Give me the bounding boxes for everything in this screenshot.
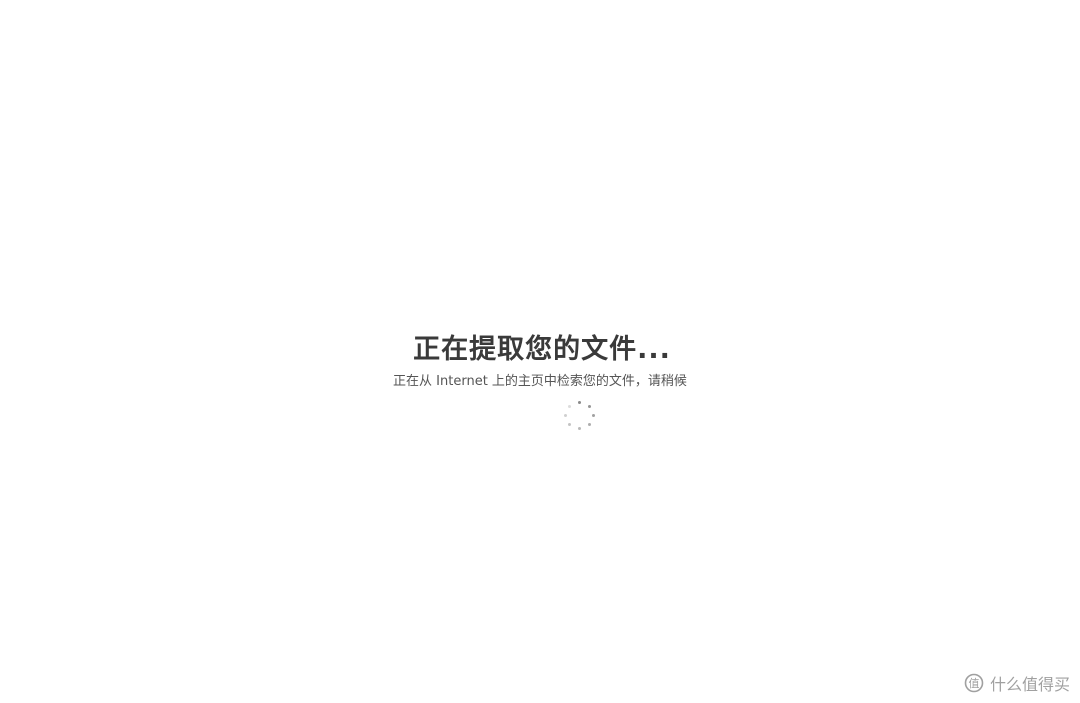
spinner-dot — [588, 423, 591, 426]
loading-spinner-icon — [563, 399, 597, 433]
spinner-dot — [568, 405, 571, 408]
loading-subtitle: 正在从 Internet 上的主页中检索您的文件，请稍候 — [393, 374, 687, 389]
svg-text:值: 值 — [968, 677, 979, 690]
spinner-dot — [568, 423, 571, 426]
setup-screen: 正在提取您的文件... 正在从 Internet 上的主页中检索您的文件，请稍候… — [0, 0, 1080, 703]
spinner-dot — [588, 405, 591, 408]
watermark: 值 什么值得买 — [964, 671, 1070, 695]
loading-panel: 正在提取您的文件... 正在从 Internet 上的主页中检索您的文件，请稍候 — [0, 330, 1080, 392]
spinner-dot — [592, 414, 595, 417]
smzdm-logo-icon: 值 — [964, 673, 984, 693]
spinner-dot — [564, 414, 567, 417]
spinner-dot — [578, 401, 581, 404]
watermark-text: 什么值得买 — [989, 675, 1070, 694]
spinner-dot — [578, 427, 581, 430]
loading-title: 正在提取您的文件... — [413, 334, 671, 365]
